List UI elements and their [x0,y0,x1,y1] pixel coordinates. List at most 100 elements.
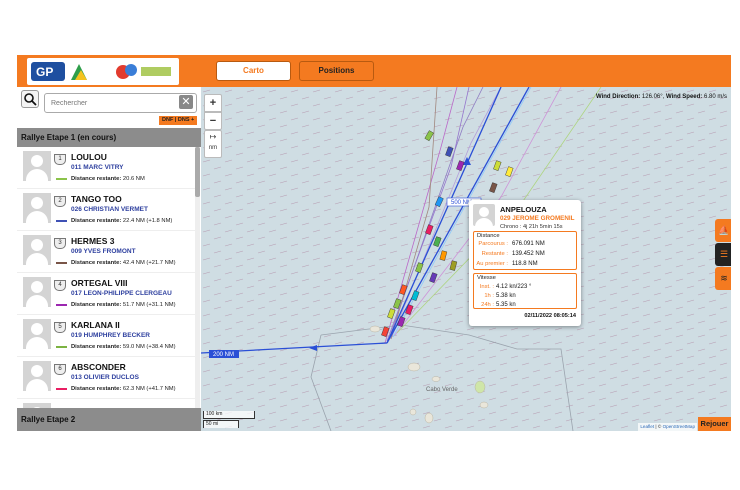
1h-value: 5.38 kn [496,293,516,299]
boat-list: 1 LOULOU 011 MARC VITRY Distance restant… [17,147,201,408]
premier-value: 118.8 NM [512,261,538,267]
trophy-icon: 4 [54,280,66,291]
zoom-out-button[interactable]: − [204,112,222,130]
boat-name: TANGO TOO [71,194,122,204]
distance-remaining: Distance restante: 51.7 NM (+31.1 NM) [71,302,176,308]
measure-unit: nm [208,145,218,151]
osm-link[interactable]: OpenStreetMap [663,424,695,429]
distance-remaining: Distance restante: 62.3 NM (+41.7 NM) [71,386,176,392]
zoom-in-button[interactable]: + [204,94,222,112]
avatar [23,361,51,391]
wind-speed-label: Wind Speed: [666,94,703,100]
wind-direction-label: Wind Direction: [595,94,641,100]
map-canvas: 500 NM 200 NM [201,87,731,431]
leaflet-link[interactable]: Leaflet [640,424,654,429]
distance-remaining: Distance restante: 22.4 NM (+1.8 NM) [71,218,173,224]
ruler-icon: ↦ [209,132,217,141]
avatar [23,193,51,223]
wind-field [201,87,731,431]
avatar [23,235,51,265]
header-bar: GP Carto Positions [17,55,731,87]
sponsor-logos: GP [27,58,179,85]
boat-name: HERMES 3 [71,236,115,246]
distance-remaining: Distance restante: 59.0 NM (+38.4 NM) [71,344,176,350]
boat-color-swatch [56,304,67,306]
boat-row[interactable]: 3 HERMES 3 009 YVES FROMONT Distance res… [17,231,195,273]
map-scale: 100 km 50 mi [203,411,255,429]
inst-value: 4.12 kn/223 ° [496,284,532,290]
replay-button[interactable]: Rejouer [698,417,731,431]
boat-name: LOULOU [71,152,107,162]
avatar [23,151,51,181]
distance-box: Distance Parcourus : 676.091 NM Restante… [473,231,577,270]
clear-search-button[interactable]: ✕ [179,95,193,109]
avatar [23,319,51,349]
boat-name: ORTEGAL VIII [71,278,128,288]
boat-icon[interactable]: ⛵ [715,219,731,242]
logo-text: GP [36,65,53,79]
dnf-filter-toggle[interactable]: DNF | DNS + [159,116,198,125]
island-label: Cabo Verde [426,387,458,393]
scale-km: 100 km [203,411,255,419]
boat-row[interactable]: 2 TANGO TOO 026 CHRISTIAN VERMET Distanc… [17,189,195,231]
logo-graphic: GP [31,62,171,81]
search-input[interactable] [44,93,197,113]
popup-skipper: 029 JEROME GROMENIL [500,215,575,222]
avatar [473,204,495,226]
trophy-icon: 6 [54,364,66,375]
boat-name: KARLANA II [71,320,120,330]
boat-row[interactable]: 4 ORTEGAL VIII 017 LEON-PHILIPPE CLERGEA… [17,273,195,315]
boat-row[interactable]: 5 KARLANA II 019 HUMPHREY BECKER Distanc… [17,315,195,357]
popup-timestamp: 02/11/2022 08:05:14 [524,313,576,319]
measure-tool-button[interactable]: ↦ nm [204,130,222,158]
popup-boat-name: ANPELOUZA [500,205,547,214]
distance-remaining: Distance restante: 20.6 NM [71,176,145,182]
boat-row[interactable]: 1 LOULOU 011 MARC VITRY Distance restant… [17,147,195,189]
rally-stage-2-header[interactable]: Rallye Etape 2 [17,408,201,431]
24h-value: 5.35 kn [496,302,516,308]
boat-row-partial[interactable] [17,399,195,408]
restante-value: 139.452 NM [512,251,545,257]
avatar [23,277,51,307]
trophy-icon: 3 [54,238,66,249]
skipper-name: 019 HUMPHREY BECKER [71,332,150,339]
parcourus-label: Parcourus : [478,241,508,247]
list-scrollbar[interactable] [195,147,200,408]
skipper-name: 013 OLIVIER DUCLOS [71,374,139,381]
map-attribution: Leaflet | © OpenStreetMap [638,423,697,431]
speed-box: Vitesse Inst. : 4.12 kn/223 ° 1h : 5.38 … [473,273,577,309]
trophy-icon: 2 [54,196,66,207]
trophy-icon: 5 [54,322,66,333]
trophy-icon: 1 [54,154,66,165]
parcourus-value: 676.091 NM [512,241,545,247]
boat-popup: ANPELOUZA 029 JEROME GROMENIL Chrono : 4… [469,200,581,326]
rally-stage-1-header[interactable]: Rallye Etape 1 (en cours) [17,128,201,147]
wind-speed-value: 6.80 m/s [703,94,727,100]
distance-remaining: Distance restante: 42.4 NM (+21.7 NM) [71,260,176,266]
map-view[interactable]: 500 NM 200 NM + − ↦ nm Wind Direction: 1… [201,87,731,431]
boat-row[interactable]: 6 ABSCONDER 013 OLIVIER DUCLOS Distance … [17,357,195,399]
24h-label: 24h : [481,302,494,308]
map-side-tools: ⛵ ☰ ≋ [715,219,731,291]
popup-chrono: Chrono : 4j 21h 5min 15s [500,224,563,230]
boat-color-swatch [56,346,67,348]
restante-label: Restante : [481,251,508,257]
premier-label: Au premier : [476,261,508,267]
boat-color-swatch [56,262,67,264]
wind-icon[interactable]: ≋ [715,267,731,290]
layers-icon[interactable]: ☰ [715,243,731,266]
tab-carto[interactable]: Carto [216,61,291,81]
boat-color-swatch [56,178,67,180]
search-icon [24,93,37,106]
inst-label: Inst. : [479,284,494,290]
distance-title: Distance [477,233,500,239]
search-button[interactable] [21,90,39,108]
wind-info: Wind Direction: 126.06°, Wind Speed: 6.8… [595,94,727,100]
tab-positions[interactable]: Positions [299,61,374,81]
app-window: GP Carto Positions ✕ DNF | DNS + Rallye … [17,55,731,431]
scale-mi: 50 mi [203,420,239,428]
sidebar: ✕ DNF | DNS + Rallye Etape 1 (en cours) … [17,87,201,431]
skipper-name: 026 CHRISTIAN VERMET [71,206,148,213]
boat-color-swatch [56,388,67,390]
scrollbar-thumb[interactable] [195,147,200,197]
